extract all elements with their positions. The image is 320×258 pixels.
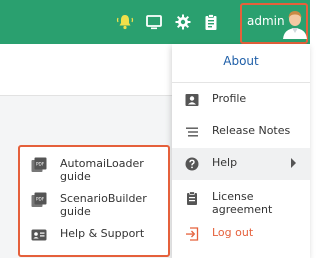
avatar[interactable] [282, 7, 308, 39]
question-circle-icon [184, 156, 200, 172]
pdf-icon: PDF [31, 157, 47, 173]
submenu-item-label: Help & Support [60, 227, 145, 240]
submenu-item-scenariobuilder-guide[interactable]: PDF ScenarioBuilder guide [20, 184, 168, 218]
svg-text:PDF: PDF [36, 162, 45, 167]
gear-icon[interactable] [174, 13, 192, 31]
menu-divider [172, 82, 310, 83]
menu-item-help[interactable]: Help [172, 148, 310, 180]
menu-item-label: Release Notes [212, 124, 291, 137]
menu-item-label: Profile [212, 92, 247, 105]
list-icon [184, 124, 200, 140]
monitor-icon[interactable] [145, 13, 163, 31]
username[interactable]: admin [247, 14, 285, 28]
bell-icon[interactable] [116, 13, 134, 31]
pdf-icon: PDF [31, 192, 47, 208]
chevron-right-icon [291, 158, 296, 168]
id-card-icon [184, 92, 200, 108]
submenu-item-label: AutomaiLoader guide [60, 157, 144, 183]
logout-icon [184, 226, 200, 242]
about-link[interactable]: About [172, 54, 310, 68]
submenu-item-automailoader-guide[interactable]: PDF AutomaiLoader guide [20, 149, 168, 183]
contact-card-icon [31, 227, 47, 243]
menu-item-profile[interactable]: Profile [172, 84, 310, 116]
menu-item-log-out[interactable]: Log out [172, 218, 310, 250]
clipboard-icon [184, 190, 200, 206]
submenu-item-help-support[interactable]: Help & Support [20, 219, 168, 251]
user-dropdown-menu: About Profile Release Notes Help License… [172, 44, 310, 258]
clipboard-icon[interactable] [202, 13, 220, 31]
menu-item-label: License agreement [212, 190, 273, 216]
menu-item-release-notes[interactable]: Release Notes [172, 116, 310, 148]
menu-item-label: Log out [212, 226, 254, 239]
top-navigation-bar: admin [0, 0, 310, 44]
menu-item-label: Help [212, 156, 238, 169]
menu-item-license-agreement[interactable]: License agreement [172, 182, 310, 216]
help-submenu: PDF AutomaiLoader guide PDF ScenarioBuil… [18, 145, 170, 257]
svg-text:PDF: PDF [36, 197, 45, 202]
submenu-item-label: ScenarioBuilder guide [60, 192, 147, 218]
